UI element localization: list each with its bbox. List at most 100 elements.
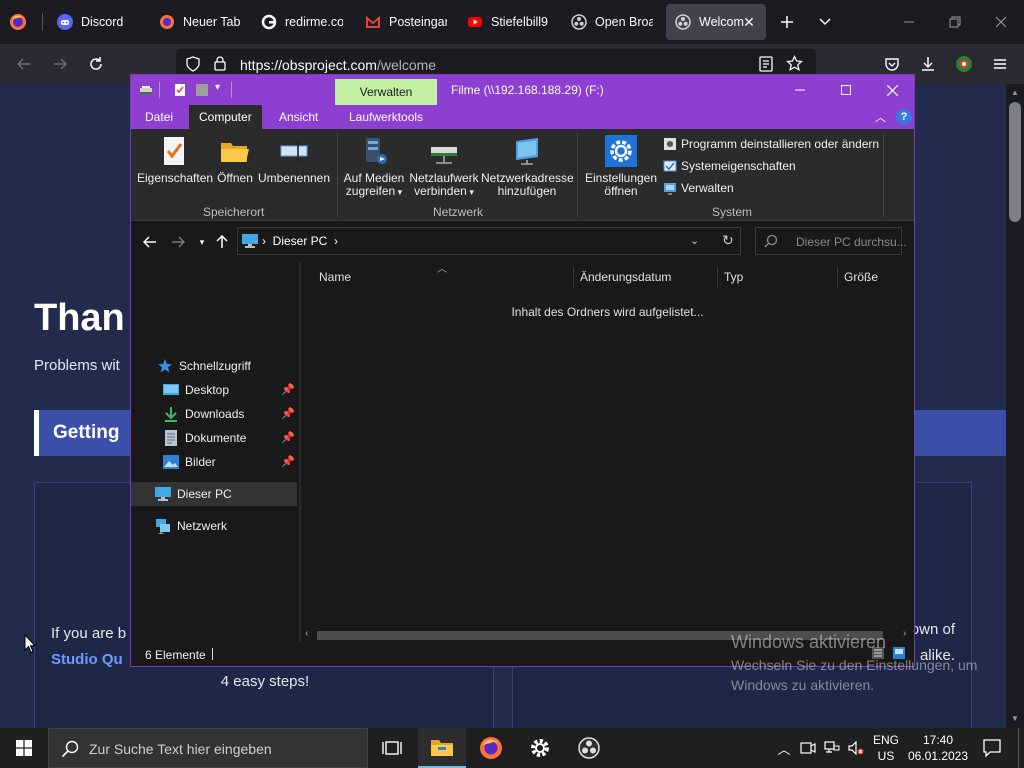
nav-item-schnellzugriff[interactable]: Schnellzugriff <box>131 354 297 378</box>
breadcrumb-item[interactable]: Dieser PC <box>273 234 328 248</box>
tray-volume[interactable] <box>848 740 864 756</box>
scrollbar-thumb[interactable] <box>317 631 883 640</box>
nav-item-desktop[interactable]: Desktop 📌 <box>131 378 297 402</box>
maximize-button[interactable] <box>823 75 869 105</box>
back-button[interactable] <box>139 232 161 252</box>
address-box[interactable]: › Dieser PC › ⌄ ↻ <box>237 227 741 255</box>
recent-locations-button[interactable]: ▾ <box>191 232 213 252</box>
shield-icon[interactable] <box>186 56 200 72</box>
tray-clock[interactable]: 17:40 06.01.2023 <box>906 732 970 764</box>
system-properties-button[interactable]: Systemeigenschaften <box>663 157 796 175</box>
tab-datei[interactable]: Datei <box>135 105 183 129</box>
forward-button[interactable] <box>46 50 74 78</box>
tab-new-tab[interactable]: Neuer Tab <box>150 4 250 40</box>
column-header-date[interactable]: Änderungsdatum <box>580 270 671 284</box>
refresh-icon[interactable]: ↻ <box>722 232 734 249</box>
taskbar-file-explorer[interactable] <box>418 728 466 768</box>
details-view-icon[interactable] <box>871 646 885 660</box>
pin-icon[interactable]: 📌 <box>281 455 295 469</box>
scroll-left-icon[interactable]: ‹ <box>305 628 308 639</box>
taskbar-firefox[interactable] <box>467 728 515 768</box>
extension-button[interactable] <box>950 50 978 78</box>
taskbar-settings[interactable] <box>516 728 564 768</box>
list-all-tabs-button[interactable] <box>802 0 848 44</box>
start-button[interactable] <box>0 728 48 768</box>
lock-icon[interactable] <box>214 56 226 71</box>
tab-discord[interactable]: Discord <box>48 4 148 40</box>
url-text[interactable]: https://obsproject.com/welcome <box>240 57 436 73</box>
column-divider[interactable] <box>717 267 718 289</box>
tray-network[interactable] <box>824 740 840 756</box>
close-button[interactable] <box>869 75 915 105</box>
search-input[interactable]: Dieser PC durchsu... <box>755 227 907 255</box>
horizontal-scrollbar[interactable]: ‹ › <box>301 628 914 642</box>
explorer-title-bar[interactable]: ▾ Verwalten Filme (\\192.168.188.29) (F:… <box>131 75 914 105</box>
nav-item-dieser-pc[interactable]: Dieser PC <box>131 482 297 506</box>
task-view-button[interactable] <box>368 728 416 768</box>
pin-icon[interactable]: 📌 <box>281 383 295 397</box>
downloads-button[interactable] <box>914 50 942 78</box>
tab-open-broadcaster[interactable]: Open Broa <box>562 4 662 40</box>
minimize-browser-button[interactable] <box>886 0 932 44</box>
manage-context-tab[interactable]: Verwalten <box>335 79 437 105</box>
nav-item-downloads[interactable]: Downloads 📌 <box>131 402 297 426</box>
column-header-type[interactable]: Typ <box>724 270 743 284</box>
pin-icon[interactable]: 📌 <box>281 431 295 445</box>
open-settings-button[interactable]: Einstellungen öffnen <box>583 135 659 198</box>
show-hidden-icons-button[interactable]: ︿ <box>776 740 792 757</box>
notifications-icon[interactable] <box>982 738 1002 758</box>
up-button[interactable] <box>211 232 233 252</box>
new-folder-icon[interactable] <box>195 83 209 97</box>
restore-browser-button[interactable] <box>932 0 978 44</box>
tab-welcome[interactable]: Welcom ✕ <box>666 4 766 40</box>
tray-language[interactable]: ENG US <box>872 732 900 764</box>
close-browser-button[interactable] <box>978 0 1024 44</box>
app-menu-button[interactable] <box>986 50 1014 78</box>
tab-youtube[interactable]: Stiefelbill9 <box>458 4 562 40</box>
tab-laufwerktools[interactable]: Laufwerktools <box>339 105 433 129</box>
bookmark-star-icon[interactable] <box>786 55 803 72</box>
rename-button[interactable]: Umbenennen <box>257 135 331 185</box>
forward-button[interactable] <box>167 232 189 252</box>
scroll-right-icon[interactable]: › <box>903 628 906 639</box>
uninstall-program-button[interactable]: Programm deinstallieren oder ändern <box>663 135 879 153</box>
address-dropdown-icon[interactable]: ⌄ <box>690 234 699 247</box>
column-divider[interactable] <box>837 267 838 289</box>
properties-icon[interactable] <box>173 83 187 97</box>
tab-redirme[interactable]: redirme.co <box>252 4 352 40</box>
properties-button[interactable]: Eigenschaften <box>137 135 213 185</box>
access-media-button[interactable]: Auf Medien zugreifen ▾ <box>341 135 407 199</box>
manage-button[interactable]: Verwalten <box>663 179 734 197</box>
scrollbar-thumb[interactable] <box>1009 102 1021 222</box>
tab-ansicht[interactable]: Ansicht <box>269 105 328 129</box>
show-desktop-button[interactable] <box>1018 728 1024 768</box>
nav-item-netzwerk[interactable]: Netzwerk <box>131 514 297 538</box>
add-network-location-button[interactable]: Netzwerkadresse hinzufügen <box>481 135 574 198</box>
chevron-up-icon[interactable]: ︿ <box>875 109 886 125</box>
minimize-button[interactable] <box>777 75 823 105</box>
breadcrumb[interactable]: › Dieser PC › <box>262 234 338 248</box>
scroll-down-icon[interactable]: ▼ <box>1010 714 1020 724</box>
reload-button[interactable] <box>82 50 110 78</box>
tray-meet-now[interactable] <box>800 740 816 756</box>
reader-view-icon[interactable] <box>759 56 773 72</box>
nav-item-dokumente[interactable]: Dokumente 📌 <box>131 426 297 450</box>
close-tab-icon[interactable]: ✕ <box>740 13 758 31</box>
tab-computer[interactable]: Computer <box>189 105 262 129</box>
open-button[interactable]: Öffnen <box>213 135 257 185</box>
large-icons-view-icon[interactable] <box>892 646 906 660</box>
tab-gmail[interactable]: Posteingar <box>356 4 456 40</box>
taskbar-obs[interactable] <box>565 728 613 768</box>
pin-icon[interactable]: 📌 <box>281 407 295 421</box>
taskbar-search-box[interactable]: Zur Suche Text hier eingeben <box>48 728 368 768</box>
nav-item-bilder[interactable]: Bilder 📌 <box>131 450 297 474</box>
help-icon[interactable]: ? <box>896 109 912 125</box>
chevron-right-icon[interactable]: › <box>334 234 338 248</box>
column-header-size[interactable]: Größe <box>844 270 878 284</box>
back-button[interactable] <box>10 50 38 78</box>
map-network-drive-button[interactable]: Netzlaufwerk verbinden ▾ <box>407 135 481 199</box>
scroll-up-icon[interactable]: ▲ <box>1010 88 1020 98</box>
firefox-menu-icon[interactable] <box>9 13 27 31</box>
page-scrollbar[interactable]: ▲ ▼ <box>1006 84 1024 728</box>
qat-dropdown-icon[interactable]: ▾ <box>215 82 220 93</box>
